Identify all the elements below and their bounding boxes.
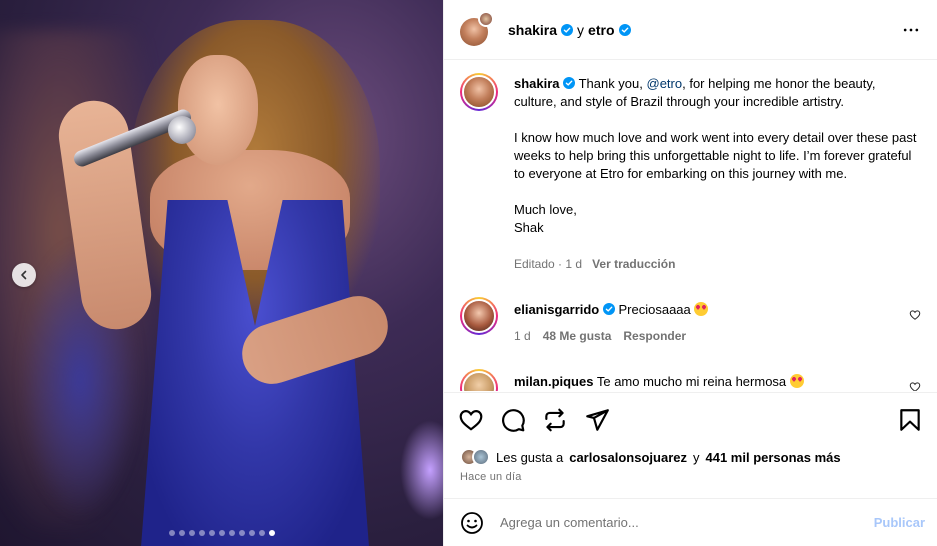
caption-body: shakira Thank you, @etro, for helping me… xyxy=(514,73,921,273)
caption-time[interactable]: 1 d xyxy=(565,257,582,271)
verified-badge-icon xyxy=(561,23,574,36)
carousel-dot xyxy=(218,530,225,536)
photo-face xyxy=(178,55,258,165)
post-photo[interactable] xyxy=(0,0,443,546)
carousel-dot xyxy=(228,530,235,536)
like-comment-heart-icon[interactable] xyxy=(909,309,921,321)
more-horizontal-icon xyxy=(903,28,919,31)
caption-mention-link[interactable]: @etro xyxy=(647,76,683,91)
comment-meta: 1 d 48 Me gusta Responder xyxy=(514,327,921,345)
caption-avatar[interactable] xyxy=(460,73,498,111)
comment-text: Te amo mucho mi reina hermosa xyxy=(596,374,787,389)
comments-list[interactable]: shakira Thank you, @etro, for helping me… xyxy=(444,61,937,391)
comment-body: elianisgarrido Preciosaaaa 1 d 48 Me gus… xyxy=(514,297,921,345)
reply-button[interactable]: Responder xyxy=(623,327,686,345)
like-heart-icon[interactable] xyxy=(458,407,484,433)
comment-bubble-icon[interactable] xyxy=(500,407,526,433)
carousel-dot xyxy=(188,530,195,536)
comment-item: elianisgarrido Preciosaaaa 1 d 48 Me gus… xyxy=(460,297,921,345)
likes-prefix: Les gusta a xyxy=(496,449,564,465)
comment-avatar[interactable] xyxy=(460,369,498,391)
comment-item: milan.piques Te amo mucho mi reina hermo… xyxy=(460,369,921,391)
collaborator-username[interactable]: etro xyxy=(588,22,614,38)
caption-signoff-line-2: Shak xyxy=(514,220,544,235)
comment-composer: Publicar xyxy=(444,498,937,546)
comment-body: milan.piques Te amo mucho mi reina hermo… xyxy=(514,369,921,391)
share-send-icon[interactable] xyxy=(584,407,610,433)
post-authors: shakira y etro xyxy=(508,22,631,38)
collaborator-avatar xyxy=(478,10,494,27)
carousel-prev-button[interactable] xyxy=(12,263,36,287)
comment-avatar-image xyxy=(462,371,496,391)
publish-button[interactable]: Publicar xyxy=(874,515,925,530)
comment-time[interactable]: 1 d xyxy=(514,327,531,345)
carousel-dot xyxy=(268,530,275,536)
comment-avatar-image xyxy=(462,299,496,333)
carousel-dot xyxy=(238,530,245,536)
photo-microphone-head xyxy=(168,116,196,144)
heart-eyes-emoji-icon xyxy=(694,302,709,316)
comment-username[interactable]: elianisgarrido xyxy=(514,302,599,317)
likes-summary: Les gusta a carlosalonsojuarez y 441 mil… xyxy=(460,448,921,466)
carousel-dot xyxy=(258,530,265,536)
repost-icon[interactable] xyxy=(542,407,568,433)
heart-eyes-emoji-icon xyxy=(789,374,804,388)
caption-meta: Editado · 1 d Ver traducción xyxy=(514,255,921,273)
caption-edited-label: Editado xyxy=(514,257,555,271)
verified-badge-icon xyxy=(602,303,615,315)
comment-likes-count[interactable]: 48 Me gusta xyxy=(543,327,612,345)
carousel-dot xyxy=(168,530,175,536)
verified-badge-icon xyxy=(618,23,631,36)
carousel-dot xyxy=(198,530,205,536)
more-options-button[interactable] xyxy=(899,18,923,42)
comment-input[interactable] xyxy=(500,515,874,530)
comment-text: Preciosaaaa xyxy=(618,302,691,317)
liker-avatar xyxy=(472,448,490,466)
caption-avatar-image xyxy=(462,75,496,109)
likes-others-link[interactable]: 441 mil personas más xyxy=(706,450,841,465)
author-avatar[interactable] xyxy=(458,10,494,46)
post-dialog: shakira y etro shakira Thank you, @etro,… xyxy=(0,0,937,546)
comment-username[interactable]: milan.piques xyxy=(514,374,593,389)
like-comment-heart-icon[interactable] xyxy=(909,381,921,391)
post-actions-bar xyxy=(444,392,937,448)
likes-user-link[interactable]: carlosalonsojuarez xyxy=(569,450,687,465)
carousel-dots xyxy=(0,530,443,536)
caption-signoff-line-1: Much love, xyxy=(514,202,577,217)
caption-username[interactable]: shakira xyxy=(514,76,560,91)
save-bookmark-icon[interactable] xyxy=(897,407,923,433)
carousel-dot xyxy=(178,530,185,536)
likes-conjunction: y xyxy=(693,449,700,465)
caption: shakira Thank you, @etro, for helping me… xyxy=(460,73,921,273)
photo-glow xyxy=(400,420,443,520)
caption-paragraph-1: shakira Thank you, @etro, for helping me… xyxy=(514,75,921,111)
author-username[interactable]: shakira xyxy=(508,22,557,38)
post-header: shakira y etro xyxy=(444,0,937,60)
likers-avatars[interactable] xyxy=(460,448,490,466)
caption-signoff: Much love, Shak xyxy=(514,201,921,237)
post-side-panel: shakira y etro shakira Thank you, @etro,… xyxy=(443,0,937,546)
verified-badge-icon xyxy=(563,77,576,89)
caption-text-start: Thank you, xyxy=(578,76,647,91)
carousel-dot xyxy=(208,530,215,536)
caption-edited-time: Editado · 1 d xyxy=(514,257,583,271)
chevron-left-icon xyxy=(21,270,27,280)
emoji-picker-icon[interactable] xyxy=(460,511,484,535)
author-separator: y xyxy=(577,21,585,38)
carousel-dot xyxy=(248,530,255,536)
comment-avatar[interactable] xyxy=(460,297,498,335)
caption-paragraph-2: I know how much love and work went into … xyxy=(514,130,917,181)
see-translation-link[interactable]: Ver traducción xyxy=(592,255,675,273)
post-timestamp[interactable]: Hace un día xyxy=(460,471,522,483)
